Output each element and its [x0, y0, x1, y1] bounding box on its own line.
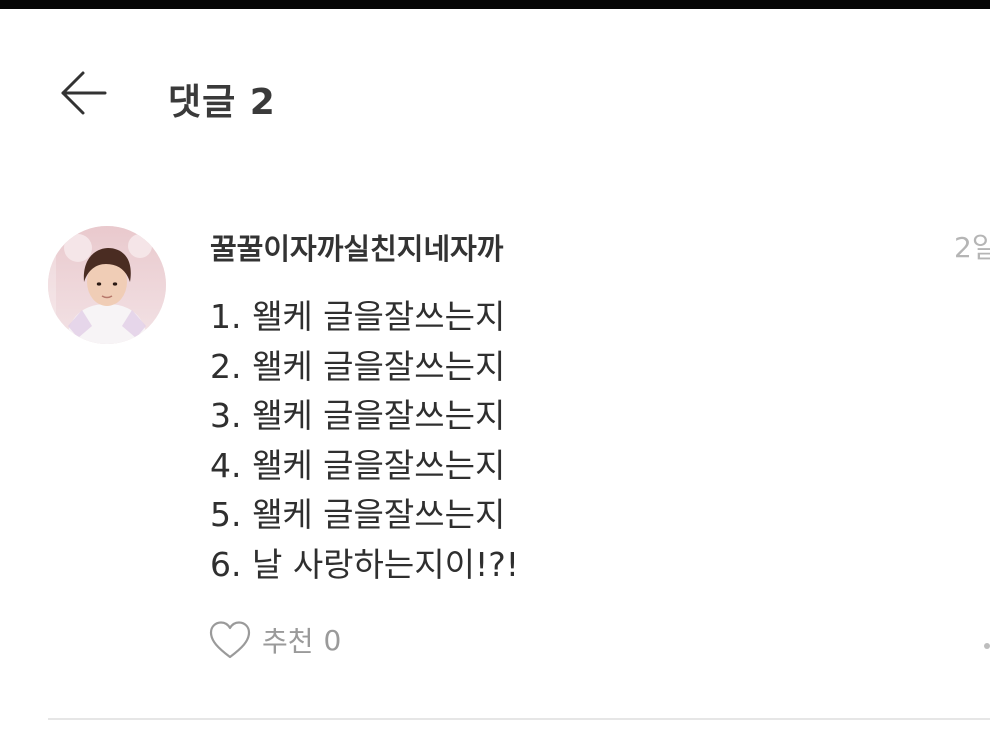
like-row: 추천 0	[208, 618, 341, 662]
heart-outline-icon	[209, 621, 251, 659]
like-label: 추천	[262, 625, 314, 658]
comment-item: 꿀꿀이자까실친지네자까 2일 1. 왤케 글을잘쓰는지 2. 왤케 글을잘쓰는지…	[0, 210, 990, 690]
status-bar	[0, 0, 990, 9]
page-title: 댓글 2	[168, 82, 276, 123]
like-button[interactable]	[208, 618, 252, 662]
comment-divider	[48, 718, 990, 720]
comment-line: 6. 날 사랑하는지이!?!	[210, 544, 519, 584]
more-options-icon[interactable]	[984, 643, 990, 649]
back-button[interactable]	[52, 65, 114, 121]
comment-line: 2. 왤케 글을잘쓰는지	[210, 346, 506, 386]
comment-line: 4. 왤케 글을잘쓰는지	[210, 445, 506, 485]
comment-author[interactable]: 꿀꿀이자까실친지네자까	[210, 226, 503, 268]
comment-line: 3. 왤케 글을잘쓰는지	[210, 396, 506, 435]
header: 댓글 2	[0, 9, 990, 179]
arrow-left-icon	[61, 71, 107, 115]
comment-line: 5. 왤케 글을잘쓰는지	[210, 495, 506, 534]
user-avatar[interactable]	[48, 226, 166, 344]
avatar-photo	[48, 226, 166, 344]
comment-line: 1. 왤케 글을잘쓰는지	[210, 297, 506, 336]
comment-body: 1. 왤케 글을잘쓰는지 2. 왤케 글을잘쓰는지 3. 왤케 글을잘쓰는지 4…	[210, 292, 930, 589]
comment-timestamp: 2일	[954, 231, 990, 264]
like-count: 0	[323, 623, 342, 657]
